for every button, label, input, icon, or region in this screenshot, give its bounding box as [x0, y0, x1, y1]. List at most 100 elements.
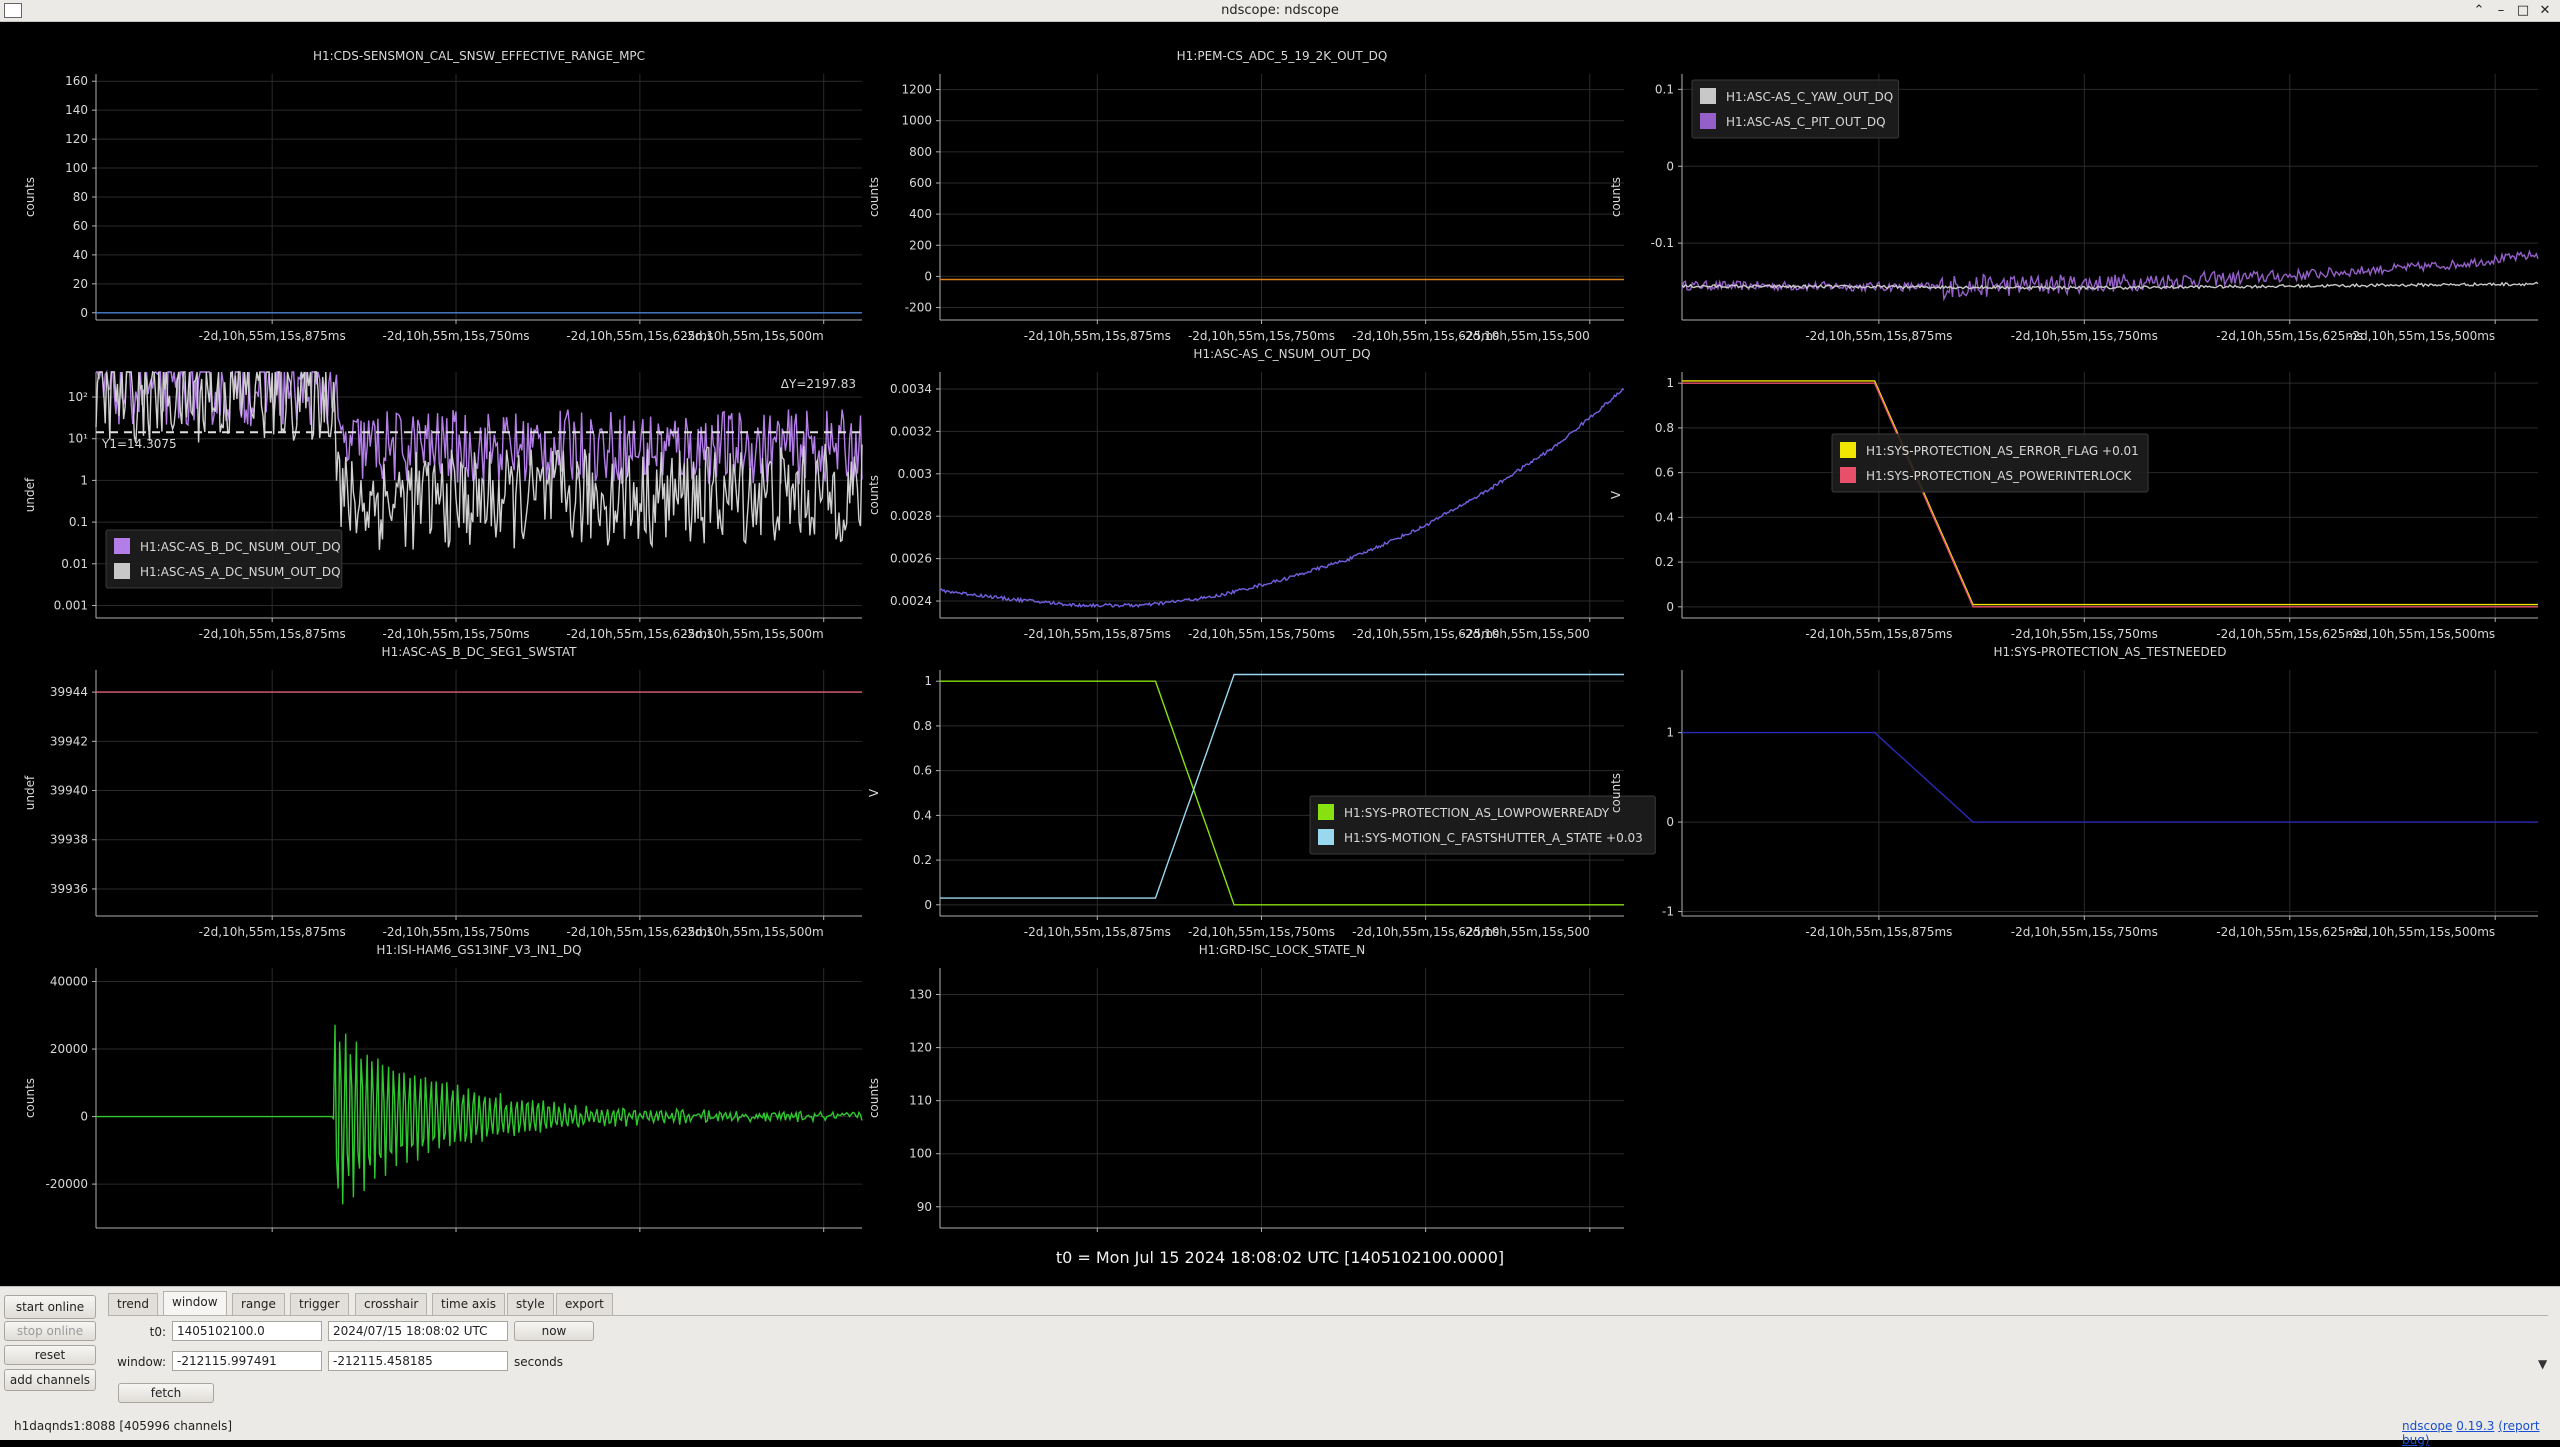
- x-tick-label: -2d,10h,55m,15s,875ms: [199, 627, 346, 641]
- plot-panel-8: 1 0.8 0.6 0.4 0.2 0 -2d,10h,55m,15s,875ms -2d,1…: [867, 670, 1656, 939]
- legend-label: H1:SYS-MOTION_C_FASTSHUTTER_A_STATE +0.0…: [1344, 831, 1643, 845]
- close-icon[interactable]: ✕: [2536, 2, 2554, 20]
- plot-panel-2: H1:PEM-CS_ADC_5_19_2K_OUT_DQ 1200 1000 800 6…: [867, 49, 1624, 343]
- plot-panel-10: H1:ISI-HAM6_GS13INF_V3_IN1_DQ 40000 20000 0…: [23, 943, 863, 1232]
- y-tick-label: 39938: [50, 833, 88, 847]
- legend-box: [1831, 433, 2149, 493]
- plot-title: H1:SYS-PROTECTION_AS_TESTNEEDED: [1993, 645, 2226, 659]
- x-tick-label: -2d,10h,55m,15s,875ms: [1024, 627, 1171, 641]
- x-tick-label: -2d,10h,55m,15s,750ms: [1188, 329, 1335, 343]
- y-tick-label: 0: [1666, 815, 1674, 829]
- legend-box: [1309, 795, 1656, 855]
- x-tick-label: -2d,10h,55m,15s,875ms: [1805, 329, 1952, 343]
- plot-panel-6: 1 0.8 0.6 0.4 0.2 0 -2d,10h,55m,15s,875ms -2d,1…: [1609, 372, 2538, 641]
- y-tick-label: 0.0026: [890, 552, 932, 566]
- window-start-input[interactable]: [172, 1351, 322, 1371]
- start-online-button[interactable]: start online: [4, 1295, 96, 1319]
- now-button[interactable]: now: [514, 1321, 594, 1341]
- tab-style[interactable]: style: [507, 1293, 554, 1315]
- window-end-input[interactable]: [328, 1351, 508, 1371]
- plot-title: H1:PEM-CS_ADC_5_19_2K_OUT_DQ: [1177, 49, 1388, 63]
- y-axis-label: V: [1609, 490, 1623, 499]
- x-tick-label: -2d,10h,55m,15s,500m: [683, 925, 824, 939]
- y-axis-label: undef: [23, 477, 37, 512]
- tab-range[interactable]: range: [232, 1293, 285, 1315]
- t0-gps-input[interactable]: [172, 1321, 322, 1341]
- tab-window[interactable]: window: [163, 1291, 227, 1315]
- legend: H1:ASC-AS_B_DC_NSUM_OUT_DQ H1:ASC-AS_A_DC…: [105, 529, 343, 589]
- plot-title: H1:ASC-AS_B_DC_SEG1_SWSTAT: [382, 645, 578, 659]
- legend-swatch: [1700, 113, 1716, 129]
- y-axis-label: counts: [1609, 177, 1623, 217]
- y-tick-label: 1: [924, 674, 932, 688]
- y-tick-label: 120: [65, 132, 88, 146]
- plot-panel-11: H1:GRD-ISC_LOCK_STATE_N13012011010090-2d…: [867, 943, 1624, 1232]
- y-axis-label: counts: [23, 1078, 37, 1118]
- legend-label: H1:ASC-AS_B_DC_NSUM_OUT_DQ: [140, 540, 341, 554]
- y-tick-label: 0.1: [1655, 82, 1674, 96]
- window-shade-icon[interactable]: ⌃: [2470, 2, 2488, 20]
- x-tick-label: -2d,10h,55m,15s,500ms: [2348, 925, 2495, 939]
- legend-label: H1:SYS-PROTECTION_AS_LOWPOWERREADY: [1344, 806, 1610, 820]
- y-tick-label: 0.8: [913, 719, 932, 733]
- maximize-icon[interactable]: □: [2514, 2, 2532, 20]
- tab-time-axis[interactable]: time axis: [432, 1293, 505, 1315]
- y-tick-label: 0.1: [69, 515, 88, 529]
- t0-utc-input[interactable]: [328, 1321, 508, 1341]
- series-line-1: [96, 1024, 863, 1205]
- minimize-icon[interactable]: –: [2492, 2, 2510, 20]
- series-line-1: [940, 680, 1624, 906]
- version-link[interactable]: 0.19.3: [2456, 1419, 2494, 1433]
- x-tick-label: -2d,10h,55m,15s,500m: [683, 329, 824, 343]
- seconds-label: seconds: [514, 1355, 564, 1369]
- reset-button[interactable]: reset: [4, 1345, 96, 1365]
- x-tick-label: -2d,10h,55m,15s,875ms: [1805, 627, 1952, 641]
- y-tick-label: 20: [73, 277, 88, 291]
- y-tick-label: 130: [909, 988, 932, 1002]
- x-tick-label: -2d,10h,55m,15s,625ms: [2216, 329, 2363, 343]
- y-tick-label: 110: [909, 1094, 932, 1108]
- tab-trend[interactable]: trend: [108, 1293, 158, 1315]
- y-tick-label: 40000: [50, 975, 88, 989]
- plot-panel-7: H1:ASC-AS_B_DC_SEG1_SWSTAT 39944 39942 3994…: [23, 645, 862, 939]
- y-tick-label: 20000: [50, 1042, 88, 1056]
- y-tick-label: 0.001: [54, 598, 88, 612]
- y-axis-label: counts: [867, 177, 881, 217]
- y-tick-label: 40: [73, 248, 88, 262]
- legend-label: H1:SYS-PROTECTION_AS_POWERINTERLOCK: [1866, 469, 2132, 483]
- ndscope-link[interactable]: ndscope: [2402, 1419, 2452, 1433]
- y-tick-label: 0.0032: [890, 424, 932, 438]
- legend-box: [105, 529, 343, 589]
- legend-swatch: [114, 563, 130, 579]
- y-tick-label: 0: [1666, 159, 1674, 173]
- legend: H1:SYS-PROTECTION_AS_ERROR_FLAG +0.01 H1:…: [1831, 433, 2149, 493]
- stop-online-button[interactable]: stop online: [4, 1321, 96, 1341]
- tab-crosshair[interactable]: crosshair: [355, 1293, 428, 1315]
- legend-box: [1691, 79, 1900, 139]
- x-tick-label: -2d,10h,55m,15s,750ms: [2011, 627, 2158, 641]
- tab-trigger[interactable]: trigger: [290, 1293, 349, 1315]
- x-tick-label: -2d,10h,55m,15s,750ms: [382, 925, 529, 939]
- version-info: ndscope 0.19.3 (report bug): [2402, 1419, 2560, 1447]
- tab-export[interactable]: export: [556, 1293, 613, 1315]
- y-tick-label: 0.2: [913, 853, 932, 867]
- plot-area[interactable]: H1:CDS-SENSMON_CAL_SNSW_EFFECTIVE_RANGE_…: [0, 22, 2560, 1286]
- y-axis-label: counts: [867, 475, 881, 515]
- x-tick-label: -2d,10h,55m,15s,500: [1461, 925, 1590, 939]
- plot-title: H1:GRD-ISC_LOCK_STATE_N: [1199, 943, 1366, 957]
- y-tick-label: 0.003: [898, 467, 932, 481]
- x-tick-label: -2d,10h,55m,15s,500m: [683, 627, 824, 641]
- y-tick-label: 0: [924, 269, 932, 283]
- y-tick-label: 600: [909, 176, 932, 190]
- y-tick-label: 1000: [901, 114, 932, 128]
- plot-panel-1: H1:CDS-SENSMON_CAL_SNSW_EFFECTIVE_RANGE_…: [23, 49, 862, 343]
- y-tick-label: 39942: [50, 734, 88, 748]
- legend-label: H1:ASC-AS_A_DC_NSUM_OUT_DQ: [140, 565, 341, 579]
- add-channels-button[interactable]: add channels: [4, 1369, 96, 1391]
- fetch-button[interactable]: fetch: [118, 1383, 214, 1403]
- y-tick-label: 0.2: [1655, 555, 1674, 569]
- plot-grid[interactable]: H1:CDS-SENSMON_CAL_SNSW_EFFECTIVE_RANGE_…: [0, 22, 2560, 1232]
- x-tick-label: -2d,10h,55m,15s,750ms: [2011, 329, 2158, 343]
- x-tick-label: -2d,10h,55m,15s,875ms: [1024, 925, 1171, 939]
- chevron-down-icon[interactable]: ▼: [2538, 1357, 2547, 1371]
